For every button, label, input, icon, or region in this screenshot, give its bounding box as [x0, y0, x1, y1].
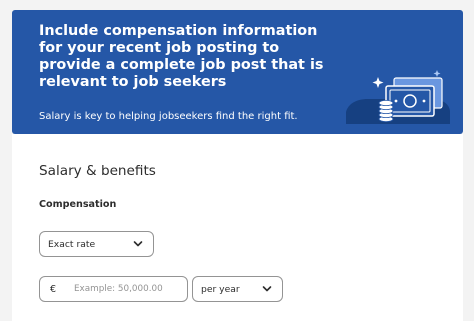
rate-type-value: Exact rate — [48, 238, 96, 250]
chevron-down-icon — [262, 286, 272, 292]
section-title: Salary & benefits — [39, 163, 156, 179]
rate-type-select[interactable]: Exact rate — [39, 231, 154, 257]
banner-subtitle: Salary is key to helping jobseekers find… — [39, 111, 298, 122]
salary-amount-field[interactable]: € — [39, 276, 188, 302]
currency-symbol: € — [49, 283, 57, 295]
banner-title: Include compensation information for you… — [39, 23, 324, 90]
compensation-banner: Include compensation information for you… — [12, 10, 463, 134]
money-bills-coins-icon — [346, 70, 450, 124]
pay-period-value: per year — [201, 283, 240, 295]
salary-amount-input[interactable] — [64, 278, 187, 300]
salary-benefits-card: Salary & benefits Compensation Exact rat… — [12, 134, 463, 321]
compensation-label: Compensation — [39, 199, 117, 210]
pay-period-select[interactable]: per year — [192, 276, 283, 302]
chevron-down-icon — [133, 241, 143, 247]
salary-page: Include compensation information for you… — [0, 0, 474, 321]
